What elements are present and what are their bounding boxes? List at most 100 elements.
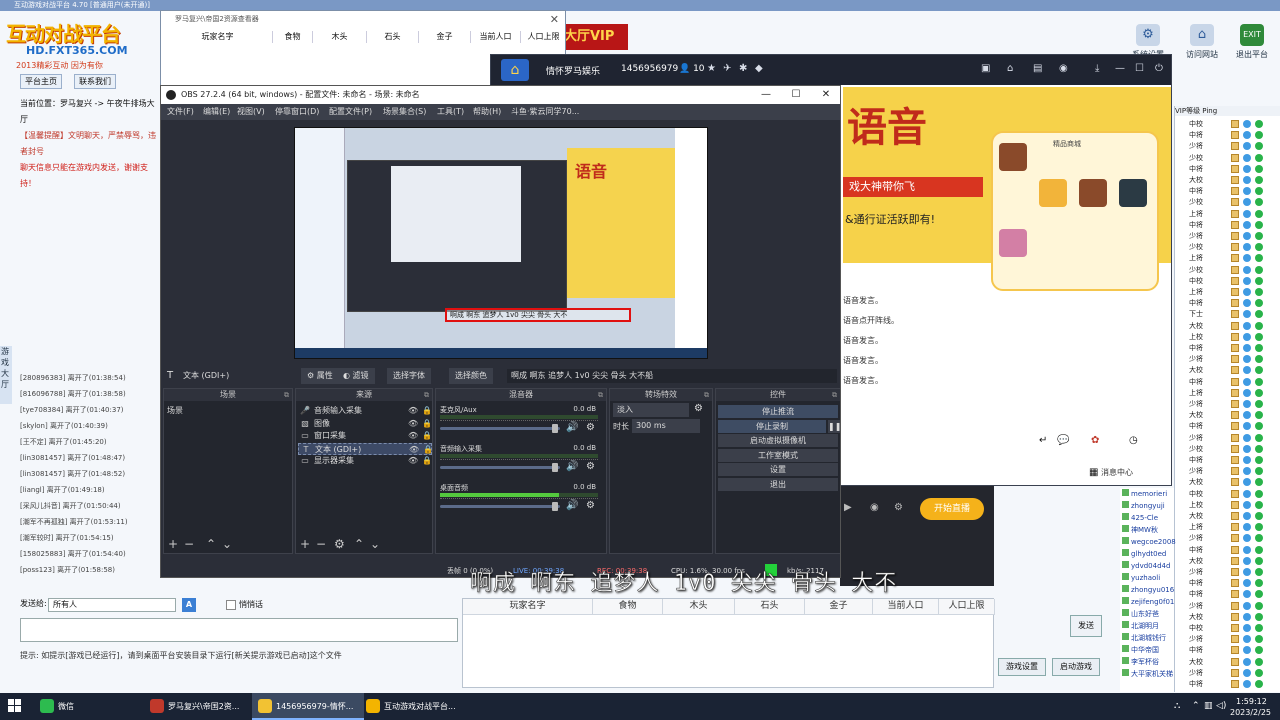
user-row[interactable]: 中将 bbox=[1175, 588, 1280, 600]
user-row[interactable]: 中将 bbox=[1175, 297, 1280, 309]
user-row[interactable]: 中将 bbox=[1175, 219, 1280, 231]
text-source-value[interactable]: 啊成 啊东 追梦人 1v0 尖尖 骨头 大不船 bbox=[507, 369, 837, 383]
user-row[interactable]: 大校 bbox=[1175, 320, 1280, 332]
menu-item[interactable]: 编辑(E) bbox=[203, 104, 230, 120]
user-row[interactable]: 少将 bbox=[1175, 566, 1280, 578]
volume-slider-knob[interactable] bbox=[552, 463, 558, 472]
table-header-cell[interactable]: 石头 bbox=[735, 599, 805, 615]
user-row[interactable]: 上将 bbox=[1175, 387, 1280, 399]
user-row[interactable]: 少将 bbox=[1175, 600, 1280, 612]
source-item[interactable]: 🎤 音频输入采集 👁 🔒 bbox=[298, 405, 432, 417]
user-name-row[interactable]: zejifeng0f01 bbox=[1122, 596, 1174, 608]
plane-icon[interactable]: ✈ bbox=[723, 63, 731, 74]
tab-platform-home[interactable]: 平台主页 bbox=[20, 74, 62, 89]
gear-icon[interactable]: ⚙ bbox=[586, 461, 595, 472]
source-item[interactable]: ▧ 图像 👁 🔒 bbox=[298, 418, 432, 430]
volume-slider[interactable] bbox=[440, 424, 560, 433]
user-row[interactable]: 中将 bbox=[1175, 420, 1280, 432]
close-icon[interactable]: ✕ bbox=[550, 13, 559, 26]
table-header-cell[interactable]: 当前人口 bbox=[471, 31, 521, 43]
user-row[interactable]: 大校 bbox=[1175, 476, 1280, 488]
user-row[interactable]: 少将 bbox=[1175, 353, 1280, 365]
properties-button[interactable]: ⚙ 属性 bbox=[301, 368, 339, 384]
scene-item[interactable]: 场景 bbox=[167, 405, 292, 417]
lock-icon[interactable]: 🔒 bbox=[422, 430, 432, 442]
download-icon[interactable]: ⤓ bbox=[1095, 63, 1099, 74]
menu-item[interactable]: 场景集合(S) bbox=[383, 104, 426, 120]
gamepad-icon[interactable]: ◉ bbox=[1059, 63, 1068, 74]
pause-recording-button[interactable]: ❚❚ bbox=[828, 420, 840, 433]
obs-preview[interactable]: 语音 啊成 啊东 追梦人 1v0 尖尖 骨头 大不 bbox=[294, 127, 708, 359]
enter-icon[interactable]: ↵ bbox=[1039, 435, 1047, 446]
speaker-icon[interactable]: 🔊 bbox=[566, 461, 578, 472]
user-name-row[interactable]: zhongyuji bbox=[1122, 500, 1174, 512]
home-icon[interactable]: ⌂ bbox=[1007, 63, 1013, 74]
source-item[interactable]: ▭ 显示器采集 👁 🔒 bbox=[298, 455, 432, 467]
flower-icon[interactable]: ✿ bbox=[1091, 435, 1099, 446]
user-row[interactable]: 中将 bbox=[1175, 678, 1280, 690]
menu-item[interactable]: 视图(V) bbox=[237, 104, 265, 120]
user-row[interactable]: 中校 bbox=[1175, 622, 1280, 634]
user-row[interactable]: 大校 bbox=[1175, 611, 1280, 623]
menu-item[interactable]: 斗鱼·紫云同学70... bbox=[511, 104, 579, 120]
user-row[interactable]: 少将 bbox=[1175, 398, 1280, 410]
start-live-button[interactable]: 开始直播 bbox=[920, 498, 984, 520]
user-name-row[interactable]: 425-Cle bbox=[1122, 512, 1174, 524]
speaker-icon[interactable]: 🔊 bbox=[566, 500, 578, 511]
transition-select[interactable]: 淡入 bbox=[613, 403, 689, 417]
user-row[interactable]: 少将 bbox=[1175, 667, 1280, 679]
lock-icon[interactable]: 🔒 bbox=[422, 405, 432, 417]
dock-float-icon[interactable]: ⧉ bbox=[424, 389, 429, 401]
dock-float-icon[interactable]: ⧉ bbox=[704, 389, 709, 401]
user-row[interactable]: 中校 bbox=[1175, 275, 1280, 287]
user-row[interactable]: 中将 bbox=[1175, 577, 1280, 589]
user-name-row[interactable]: yuzhaoli bbox=[1122, 572, 1174, 584]
gear-icon[interactable]: ⚙ bbox=[334, 535, 345, 553]
dock-float-icon[interactable]: ⧉ bbox=[832, 389, 837, 401]
user-name-row[interactable]: 大平家机关梯 bbox=[1122, 668, 1174, 680]
control-button[interactable]: 停止录制 bbox=[718, 419, 826, 433]
wechat-tray-icon[interactable]: ⛬ bbox=[1174, 701, 1180, 711]
user-row[interactable]: 大校 bbox=[1175, 510, 1280, 522]
table-header-cell[interactable]: 石头 bbox=[367, 31, 419, 43]
source-item[interactable]: T 文本 (GDI+) 👁 🔒 bbox=[298, 442, 433, 456]
user-row[interactable]: 少校 bbox=[1175, 443, 1280, 455]
table-header-cell[interactable]: 玩家名字 bbox=[463, 599, 593, 615]
source-item[interactable]: ▭ 窗口采集 👁 🔒 bbox=[298, 430, 432, 442]
game-settings-button[interactable]: 游戏设置 bbox=[998, 658, 1046, 676]
user-row[interactable]: 上将 bbox=[1175, 521, 1280, 533]
user-row[interactable]: 上校 bbox=[1175, 331, 1280, 343]
user-row[interactable]: 下士 bbox=[1175, 308, 1280, 320]
chat-bubble-icon[interactable]: 💬 bbox=[1057, 435, 1069, 446]
user-row[interactable]: 少将 bbox=[1175, 230, 1280, 242]
user-row[interactable]: 上将 bbox=[1175, 286, 1280, 298]
user-row[interactable]: 中校 bbox=[1175, 118, 1280, 130]
gear-icon[interactable]: ⚙ bbox=[694, 403, 703, 414]
eye-icon[interactable]: 👁 bbox=[408, 455, 418, 467]
lock-icon[interactable]: 🔒 bbox=[422, 418, 432, 430]
user-row[interactable]: 中将 bbox=[1175, 454, 1280, 466]
control-button[interactable]: 设置 bbox=[718, 463, 838, 477]
private-checkbox[interactable] bbox=[226, 600, 236, 610]
room-home-icon[interactable]: ⌂ bbox=[501, 59, 529, 81]
user-row[interactable]: 上校 bbox=[1175, 499, 1280, 511]
table-header-cell[interactable]: 玩家名字 bbox=[163, 31, 273, 43]
exit-platform-button[interactable]: EXIT 退出平台 bbox=[1230, 24, 1274, 66]
clock-time[interactable]: 1:59:12 bbox=[1236, 697, 1267, 706]
screen-icon[interactable]: ▣ bbox=[981, 63, 990, 74]
menu-item[interactable]: 工具(T) bbox=[437, 104, 464, 120]
move-up-icon[interactable]: ⌃ bbox=[206, 535, 216, 553]
chat-input[interactable] bbox=[20, 618, 458, 642]
user-row[interactable]: 中将 bbox=[1175, 376, 1280, 388]
user-row[interactable]: 中将 bbox=[1175, 544, 1280, 556]
minimize-icon[interactable]: — bbox=[1115, 63, 1125, 74]
table-header-cell[interactable]: 木头 bbox=[313, 31, 367, 43]
user-name-row[interactable]: memorieri bbox=[1122, 488, 1174, 500]
lock-icon[interactable]: 🔒 bbox=[423, 444, 433, 456]
visit-website-button[interactable]: ⌂ 访问网站 bbox=[1180, 24, 1224, 66]
windows-start-icon[interactable] bbox=[8, 699, 22, 713]
user-row[interactable]: 上将 bbox=[1175, 208, 1280, 220]
dock-float-icon[interactable]: ⧉ bbox=[598, 389, 603, 401]
table-header-cell[interactable]: 食物 bbox=[593, 599, 663, 615]
lock-icon[interactable]: 🔒 bbox=[422, 455, 432, 467]
